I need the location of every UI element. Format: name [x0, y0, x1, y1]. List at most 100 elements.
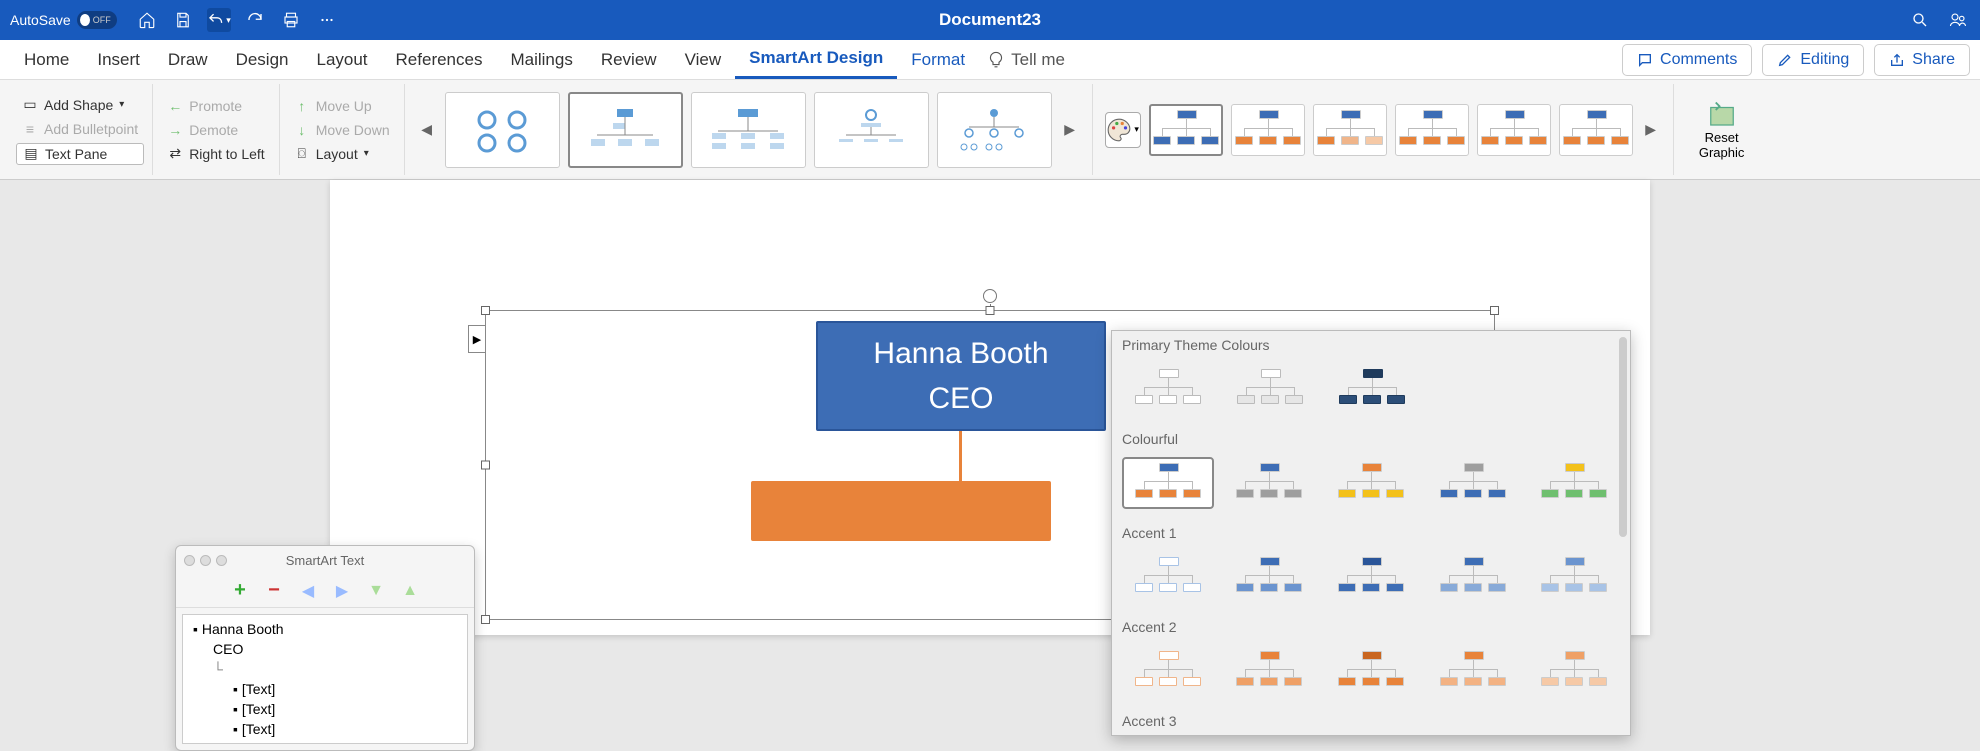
colourful-option-3[interactable]: [1427, 457, 1519, 509]
smartart-node-ceo[interactable]: Hanna Booth CEO: [816, 321, 1106, 431]
reset-graphic-button[interactable]: Reset Graphic: [1673, 84, 1770, 175]
color-strip-option-3[interactable]: [1395, 104, 1469, 156]
toggle-knob: [80, 14, 90, 26]
outdent-icon[interactable]: ◀: [299, 582, 317, 600]
color-strip-option-2[interactable]: [1313, 104, 1387, 156]
smartart-node-child[interactable]: [751, 481, 1051, 541]
tab-layout[interactable]: Layout: [302, 42, 381, 78]
account-icon[interactable]: [1946, 8, 1970, 32]
resize-handle-t[interactable]: [986, 306, 995, 315]
accent2-option-1[interactable]: [1224, 645, 1316, 697]
color-strip-option-4[interactable]: [1477, 104, 1551, 156]
resize-handle-l[interactable]: [481, 461, 490, 470]
close-dot[interactable]: [184, 555, 195, 566]
comments-button[interactable]: Comments: [1622, 44, 1752, 76]
colourful-option-2[interactable]: [1325, 457, 1417, 509]
color-strip-option-1[interactable]: [1231, 104, 1305, 156]
layout-label: Layout: [316, 146, 358, 162]
layout-thumb-4[interactable]: [814, 92, 929, 168]
right-to-left-button[interactable]: ⇄Right to Left: [161, 144, 271, 164]
tab-home[interactable]: Home: [10, 42, 83, 78]
resize-handle-bl[interactable]: [481, 615, 490, 624]
print-icon[interactable]: [279, 8, 303, 32]
tab-references[interactable]: References: [382, 42, 497, 78]
redo-icon[interactable]: [243, 8, 267, 32]
gallery-next[interactable]: ▶: [1060, 92, 1080, 168]
add-item-icon[interactable]: +: [231, 582, 249, 600]
resize-handle-tr[interactable]: [1490, 306, 1499, 315]
layout-button[interactable]: ⌼Layout ▾: [288, 144, 396, 164]
layout-thumb-1[interactable]: [445, 92, 560, 168]
tell-me[interactable]: Tell me: [987, 50, 1065, 70]
search-icon[interactable]: [1908, 8, 1932, 32]
accent1-option-2[interactable]: [1325, 551, 1417, 603]
accent2-option-2[interactable]: [1325, 645, 1417, 697]
colourful-option-0[interactable]: [1122, 457, 1214, 509]
accent1-option-0[interactable]: [1122, 551, 1214, 603]
autosave-toggle[interactable]: AutoSave OFF: [10, 11, 117, 29]
tab-format[interactable]: Format: [897, 42, 979, 78]
color-strip-next[interactable]: ▶: [1641, 92, 1661, 168]
node-text-line2: CEO: [928, 376, 993, 421]
primary-option-1[interactable]: [1224, 363, 1316, 415]
accent2-option-4[interactable]: [1528, 645, 1620, 697]
accent2-option-0[interactable]: [1122, 645, 1214, 697]
tab-view[interactable]: View: [671, 42, 736, 78]
primary-option-2[interactable]: [1326, 363, 1418, 415]
color-strip-option-5[interactable]: [1559, 104, 1633, 156]
accent1-option-4[interactable]: [1528, 551, 1620, 603]
smartart-text-pane[interactable]: SmartArt Text + − ◀ ▶ ▼ ▲ ▪ Hanna BoothC…: [175, 545, 475, 751]
layout5-icon: [954, 105, 1034, 155]
window-controls[interactable]: [184, 555, 227, 566]
textpane-titlebar[interactable]: SmartArt Text: [176, 546, 474, 574]
toggle-switch[interactable]: OFF: [77, 11, 117, 29]
tab-insert[interactable]: Insert: [83, 42, 154, 78]
move-down-button: ↓Move Down: [288, 120, 396, 140]
accent1-option-3[interactable]: [1427, 551, 1519, 603]
resize-handle-tl[interactable]: [481, 306, 490, 315]
primary-option-0[interactable]: [1122, 363, 1214, 415]
move-down-icon[interactable]: ▼: [367, 582, 385, 600]
textpane-item-0[interactable]: ▪ Hanna Booth: [183, 619, 467, 639]
document-title: Document23: [939, 10, 1041, 30]
colourful-option-4[interactable]: [1528, 457, 1620, 509]
promote-button: ←Promote: [161, 96, 271, 116]
text-pane-button[interactable]: ▤Text Pane: [16, 143, 144, 165]
min-dot[interactable]: [200, 555, 211, 566]
move-up-label: Move Up: [316, 98, 372, 114]
gallery-prev[interactable]: ◀: [417, 92, 437, 168]
undo-icon[interactable]: ▾: [207, 8, 231, 32]
save-icon[interactable]: [171, 8, 195, 32]
textpane-item-3[interactable]: ▪ [Text]: [223, 679, 467, 699]
accent2-option-3[interactable]: [1427, 645, 1519, 697]
move-up-icon[interactable]: ▲: [401, 582, 419, 600]
add-shape-button[interactable]: ▭Add Shape ▾: [16, 95, 144, 115]
editing-button[interactable]: Editing: [1762, 44, 1864, 76]
change-colors-button[interactable]: ▾: [1105, 112, 1141, 148]
layout-thumb-5[interactable]: [937, 92, 1052, 168]
textpane-item-1[interactable]: CEO: [203, 639, 467, 659]
share-button[interactable]: Share: [1874, 44, 1970, 76]
color-strip-option-0[interactable]: [1149, 104, 1223, 156]
tab-smartart-design[interactable]: SmartArt Design: [735, 40, 897, 79]
tab-review[interactable]: Review: [587, 42, 671, 78]
home-icon[interactable]: [135, 8, 159, 32]
more-icon[interactable]: [315, 8, 339, 32]
indent-icon[interactable]: ▶: [333, 582, 351, 600]
textpane-item-4[interactable]: ▪ [Text]: [223, 699, 467, 719]
textpane-item-5[interactable]: ▪ [Text]: [223, 719, 467, 739]
layout-thumb-2[interactable]: [568, 92, 683, 168]
accent1-option-1[interactable]: [1224, 551, 1316, 603]
max-dot[interactable]: [216, 555, 227, 566]
tab-mailings[interactable]: Mailings: [496, 42, 586, 78]
layout-thumb-3[interactable]: [691, 92, 806, 168]
tab-draw[interactable]: Draw: [154, 42, 222, 78]
colourful-option-1[interactable]: [1224, 457, 1316, 509]
remove-item-icon[interactable]: −: [265, 582, 283, 600]
textpane-list[interactable]: ▪ Hanna BoothCEO└▪ [Text]▪ [Text]▪ [Text…: [182, 614, 468, 744]
expand-textpane-tab[interactable]: ▶: [468, 325, 486, 353]
textpane-item-2[interactable]: └: [203, 659, 467, 679]
dropdown-scrollbar[interactable]: [1619, 337, 1627, 537]
tab-design[interactable]: Design: [222, 42, 303, 78]
rotation-handle[interactable]: [983, 289, 997, 303]
